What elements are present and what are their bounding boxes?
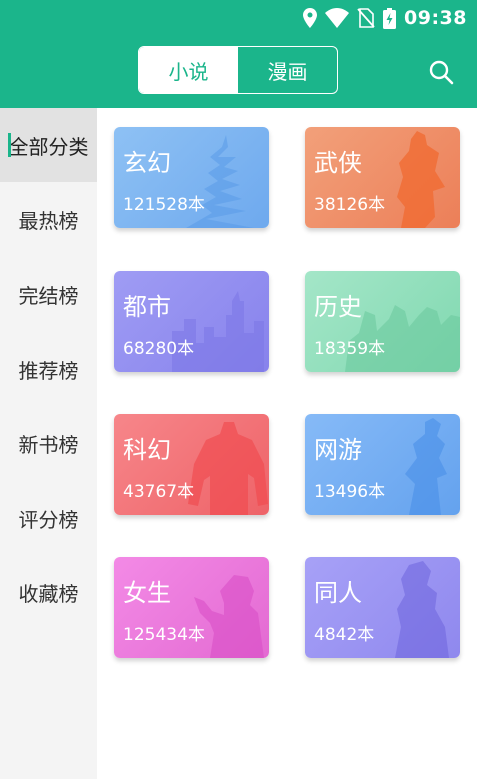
sidebar-item-completed[interactable]: 完结榜 [0, 257, 97, 331]
category-name: 女生 [123, 579, 171, 607]
category-book-count: 4842本 [314, 625, 375, 645]
ranking-sidebar: 全部分类 最热榜 完结榜 推荐榜 新书榜 评分榜 收藏榜 [0, 108, 97, 779]
app-header: 09:38 小说 漫画 [0, 0, 477, 108]
sidebar-item-recommended[interactable]: 推荐榜 [0, 332, 97, 406]
category-card-lishi[interactable]: 历史 18359本 [305, 271, 460, 372]
search-icon[interactable] [428, 59, 454, 85]
category-book-count: 43767本 [123, 482, 195, 502]
category-card-dushi[interactable]: 都市 68280本 [114, 271, 269, 372]
wifi-icon [325, 8, 350, 28]
category-card-kehuan[interactable]: 科幻 43767本 [114, 414, 269, 515]
sidebar-item-label: 最热榜 [18, 208, 79, 233]
sidebar-item-rating[interactable]: 评分榜 [0, 481, 97, 555]
category-book-count: 38126本 [314, 195, 386, 215]
category-card-wuxia[interactable]: 武侠 38126本 [305, 127, 460, 228]
category-card-xuanhuan[interactable]: 玄幻 121528本 [114, 127, 269, 228]
sidebar-item-label: 完结榜 [18, 283, 79, 308]
active-indicator [8, 133, 11, 157]
category-name: 玄幻 [123, 149, 171, 177]
category-book-count: 13496本 [314, 482, 386, 502]
sidebar-item-favorites[interactable]: 收藏榜 [0, 555, 97, 629]
category-name: 网游 [314, 436, 362, 464]
category-name: 都市 [123, 293, 171, 321]
location-icon [303, 8, 318, 28]
category-name: 科幻 [123, 436, 171, 464]
category-card-wangyou[interactable]: 网游 13496本 [305, 414, 460, 515]
content-type-tabs: 小说 漫画 [138, 46, 338, 94]
tab-novel[interactable]: 小说 [139, 47, 238, 93]
no-sim-icon [357, 8, 375, 28]
sidebar-item-label: 收藏榜 [18, 581, 79, 606]
status-bar: 09:38 [303, 6, 467, 30]
sidebar-item-label: 全部分类 [8, 134, 89, 159]
category-book-count: 125434本 [123, 625, 205, 645]
battery-charging-icon [383, 7, 397, 29]
status-time: 09:38 [404, 7, 467, 29]
sidebar-item-label: 评分榜 [18, 507, 79, 532]
category-name: 历史 [314, 293, 362, 321]
category-card-nusheng[interactable]: 女生 125434本 [114, 557, 269, 658]
sidebar-item-hottest[interactable]: 最热榜 [0, 182, 97, 256]
sidebar-item-label: 新书榜 [18, 432, 79, 457]
category-book-count: 18359本 [314, 339, 386, 359]
category-book-count: 121528本 [123, 195, 205, 215]
category-name: 同人 [314, 579, 362, 607]
category-book-count: 68280本 [123, 339, 195, 359]
category-name: 武侠 [314, 149, 362, 177]
category-card-tongren[interactable]: 同人 4842本 [305, 557, 460, 658]
sidebar-item-label: 推荐榜 [18, 358, 79, 383]
tab-comic[interactable]: 漫画 [238, 47, 337, 93]
sidebar-item-new-books[interactable]: 新书榜 [0, 406, 97, 480]
sidebar-item-all-categories[interactable]: 全部分类 [0, 108, 97, 182]
